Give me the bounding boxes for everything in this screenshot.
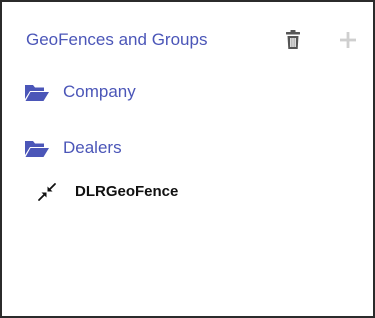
geofence-panel: GeoFences and Groups Company Dealers DLR… (0, 0, 375, 318)
delete-button[interactable] (283, 29, 303, 51)
plus-icon (340, 32, 356, 48)
folder-open-icon (24, 83, 50, 103)
tree-group-label: Company (63, 82, 136, 101)
tree-geofence-label: DLRGeoFence (75, 183, 179, 200)
folder-open-icon (24, 139, 50, 159)
compress-arrows-icon (36, 181, 58, 203)
panel-title: GeoFences and Groups (26, 30, 208, 49)
tree-group-label: Dealers (63, 138, 122, 157)
trash-icon (286, 30, 300, 49)
panel-header: GeoFences and Groups (26, 28, 373, 52)
add-button[interactable] (337, 29, 359, 51)
